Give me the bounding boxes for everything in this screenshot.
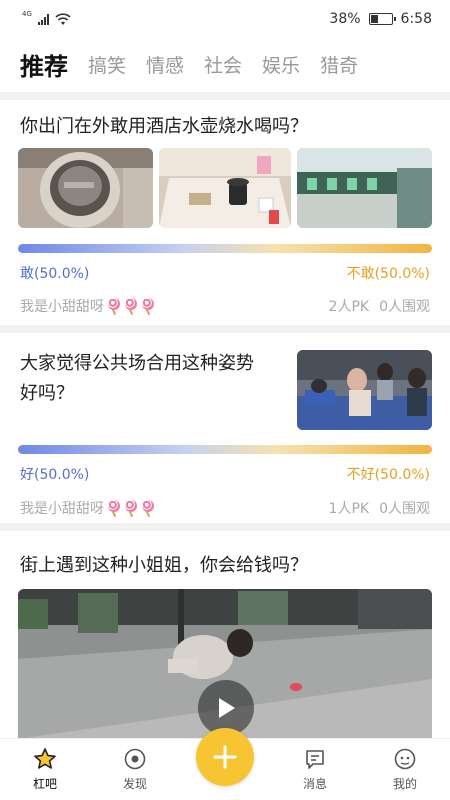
lollipop-icon bbox=[124, 500, 138, 516]
lollipop-icon bbox=[124, 298, 138, 314]
post-title[interactable]: 街上遇到这种小姐姐，你会给钱吗？ bbox=[20, 551, 308, 581]
vote-option-left[interactable]: 好(50.0%) bbox=[20, 464, 89, 484]
post-card[interactable]: 大家觉得公共场合用这种姿势 好吗？ 好(50.0%) 不好(50.0%) 我是小… bbox=[0, 333, 450, 523]
battery-icon bbox=[368, 13, 396, 25]
category-tabs: 推荐 搞笑 情感 社会 娱乐 猎奇 bbox=[0, 38, 450, 90]
star-icon bbox=[33, 747, 57, 771]
vote-option-left[interactable]: 敢(50.0%) bbox=[20, 263, 89, 283]
message-icon bbox=[303, 747, 327, 771]
watch-count: 0人围观 bbox=[379, 501, 430, 517]
nav-profile[interactable]: 我的 bbox=[360, 739, 450, 800]
post-stats: 2人PK 0人围观 bbox=[329, 296, 430, 316]
network-type: 4G bbox=[22, 9, 32, 18]
profile-icon bbox=[393, 747, 417, 771]
watch-count: 0人围观 bbox=[379, 299, 430, 315]
post-card[interactable]: 你出门在外敢用酒店水壶烧水喝吗？ 敢(50.0%) 不敢(50.0%) 我是小甜… bbox=[0, 100, 450, 325]
nav-label: 杠吧 bbox=[32, 777, 57, 791]
author-name: 我是小甜甜呀 bbox=[20, 501, 104, 517]
battery-percent: 38% bbox=[329, 11, 361, 27]
post-image[interactable] bbox=[159, 148, 291, 228]
author[interactable]: 我是小甜甜呀 bbox=[20, 498, 155, 518]
post-stats: 1人PK 0人围观 bbox=[329, 498, 430, 518]
plus-icon bbox=[213, 745, 237, 769]
vote-option-right[interactable]: 不好(50.0%) bbox=[347, 464, 430, 484]
tab-funny[interactable]: 搞笑 bbox=[88, 51, 126, 78]
nav-label: 我的 bbox=[392, 777, 417, 791]
nav-gangba[interactable]: 杠吧 bbox=[0, 739, 90, 800]
author[interactable]: 我是小甜甜呀 bbox=[20, 296, 155, 316]
wifi-icon bbox=[55, 12, 71, 25]
lollipop-icon bbox=[107, 298, 121, 314]
lollipop-icon bbox=[107, 500, 121, 516]
vote-option-right[interactable]: 不敢(50.0%) bbox=[347, 263, 430, 283]
author-name: 我是小甜甜呀 bbox=[20, 299, 104, 315]
divider bbox=[0, 325, 450, 333]
nav-label: 发现 bbox=[122, 777, 147, 791]
signal-icon bbox=[37, 13, 49, 25]
vote-progress-bar bbox=[18, 244, 432, 253]
tab-curiosity[interactable]: 猎奇 bbox=[320, 51, 358, 78]
play-icon bbox=[219, 698, 235, 718]
post-image[interactable] bbox=[18, 148, 153, 228]
post-image[interactable] bbox=[297, 148, 432, 228]
tab-emotion[interactable]: 情感 bbox=[146, 51, 184, 78]
status-bar: 4G 38% 6:58 bbox=[0, 0, 450, 38]
lollipop-icon bbox=[141, 298, 155, 314]
pk-count: 1人PK bbox=[328, 501, 370, 517]
nav-messages[interactable]: 消息 bbox=[270, 739, 360, 800]
tab-recommend[interactable]: 推荐 bbox=[20, 47, 68, 82]
vote-progress-bar bbox=[18, 445, 432, 454]
post-title[interactable]: 大家觉得公共场合用这种姿势 好吗？ bbox=[20, 349, 254, 409]
lollipop-icon bbox=[141, 500, 155, 516]
post-title[interactable]: 你出门在外敢用酒店水壶烧水喝吗？ bbox=[20, 112, 308, 142]
tab-entertainment[interactable]: 娱乐 bbox=[262, 51, 300, 78]
pk-count: 2人PK bbox=[328, 299, 370, 315]
clock: 6:58 bbox=[400, 11, 432, 27]
nav-label: 消息 bbox=[302, 777, 327, 791]
post-image[interactable] bbox=[297, 350, 432, 430]
divider bbox=[0, 92, 450, 100]
nav-discover[interactable]: 发现 bbox=[90, 739, 180, 800]
discover-icon bbox=[123, 747, 147, 771]
create-post-button[interactable] bbox=[196, 728, 254, 786]
tab-society[interactable]: 社会 bbox=[204, 51, 242, 78]
divider bbox=[0, 523, 450, 531]
